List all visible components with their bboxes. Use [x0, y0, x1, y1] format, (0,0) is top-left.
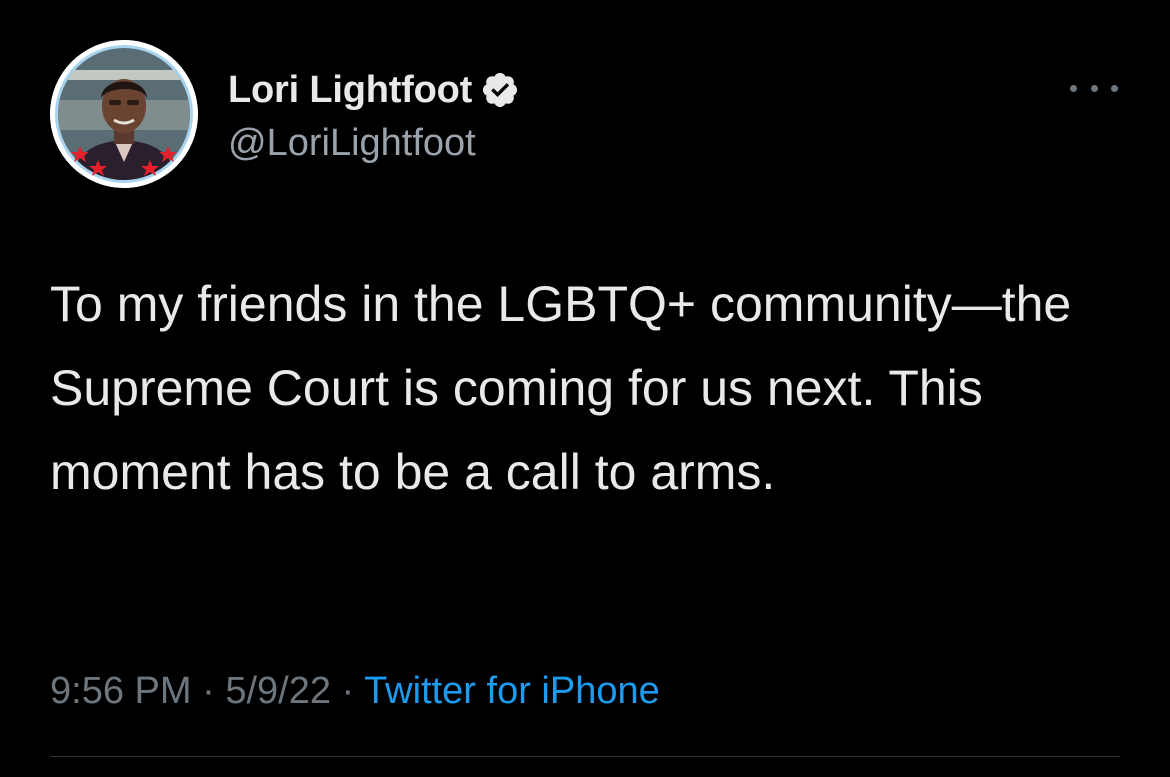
meta-separator: · — [202, 670, 215, 712]
avatar[interactable] — [50, 40, 198, 188]
tweet-text: To my friends in the LGBTQ+ community—th… — [50, 276, 1072, 500]
avatar-image — [50, 40, 198, 188]
user-handle[interactable]: @LoriLightfoot — [228, 122, 476, 165]
tweet-time[interactable]: 9:56 PM — [50, 670, 192, 712]
display-name[interactable]: Lori Lightfoot — [228, 69, 472, 112]
verified-badge-icon — [480, 70, 520, 110]
more-dot — [1090, 84, 1098, 92]
tweet-meta: 9:56 PM · 5/9/22 · Twitter for iPhone — [50, 670, 660, 713]
divider — [50, 756, 1120, 757]
more-dot — [1070, 84, 1077, 92]
name-row: Lori Lightfoot — [228, 64, 520, 116]
more-dot — [1111, 84, 1118, 92]
more-options-icon[interactable] — [1070, 78, 1118, 98]
tweet: Lori Lightfoot @LoriLightfoot To my frie… — [0, 0, 1170, 777]
meta-separator: · — [341, 670, 355, 712]
tweet-source-link[interactable]: Twitter for iPhone — [364, 670, 660, 712]
tweet-date[interactable]: 5/9/22 — [225, 670, 331, 712]
